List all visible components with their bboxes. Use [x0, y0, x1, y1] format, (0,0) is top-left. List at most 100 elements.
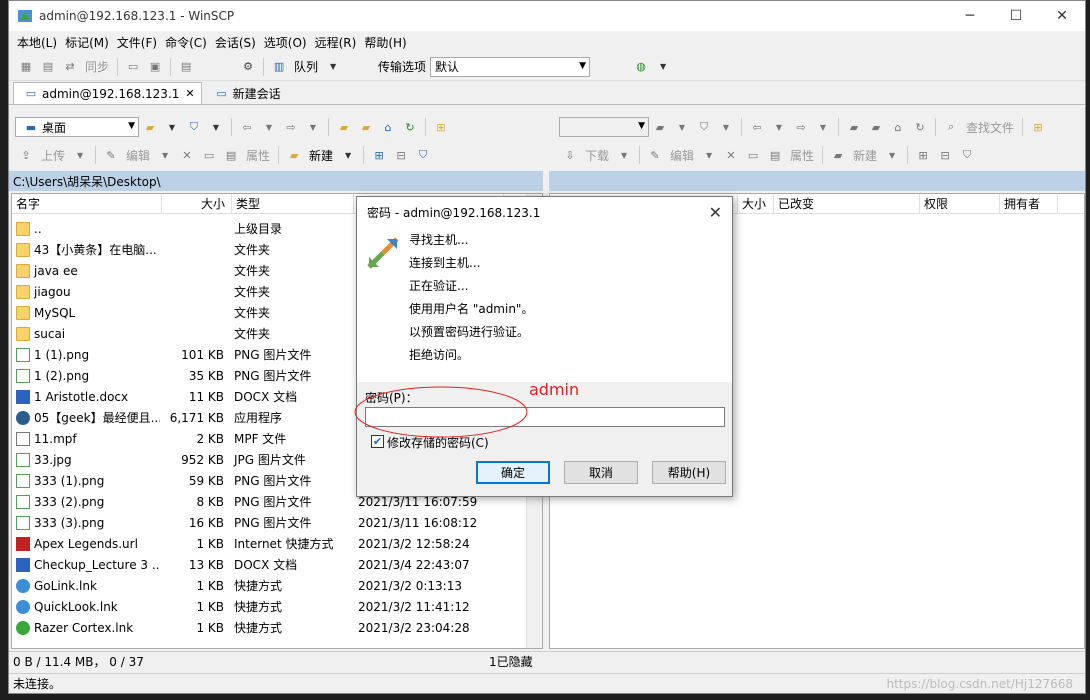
back-icon[interactable]: ⇦	[238, 119, 256, 135]
chevron-down-icon[interactable]: ▼	[770, 119, 788, 135]
rename-icon[interactable]: ▭	[200, 147, 218, 163]
download-button[interactable]: 下载	[585, 147, 609, 164]
sync-label[interactable]: 同步	[85, 58, 109, 75]
column-size[interactable]: 大小	[162, 194, 232, 214]
sync-browse-icon[interactable]: ▤	[39, 59, 57, 75]
properties-button[interactable]: 属性	[246, 147, 270, 164]
properties-icon[interactable]: ▤	[222, 147, 240, 163]
column-rights[interactable]: 权限	[920, 194, 1000, 214]
filter-icon[interactable]: ⛉	[695, 119, 713, 135]
chevron-down-icon[interactable]: ▼	[324, 59, 342, 75]
root-dir-icon[interactable]: ▰	[357, 119, 375, 135]
local-location-combo[interactable]: ▬ 桌面 ▼	[15, 117, 139, 137]
chevron-down-icon[interactable]: ▼	[339, 147, 357, 163]
table-row[interactable]: Apex Legends.url 1 KB Internet 快捷方式 2021/3/…	[12, 533, 502, 554]
chevron-down-icon[interactable]: ▼	[883, 147, 901, 163]
chevron-down-icon[interactable]: ▼	[156, 147, 174, 163]
menu-session[interactable]: 会话(S)	[211, 34, 260, 51]
ok-button[interactable]: 确定	[476, 461, 550, 484]
delete-icon[interactable]: ✕	[722, 147, 740, 163]
table-row[interactable]: 333 (3).png 16 KB PNG 图片文件 2021/3/11 16:08:…	[12, 512, 502, 533]
edit-button[interactable]: 编辑	[126, 147, 150, 164]
refresh-icon[interactable]: ↻	[911, 119, 929, 135]
globe-icon[interactable]: ◍	[632, 59, 650, 75]
find-files-button[interactable]: 查找文件	[966, 119, 1014, 136]
column-size[interactable]: 大小	[738, 194, 774, 214]
remote-location-combo[interactable]: ▼	[559, 117, 649, 137]
sync-icon[interactable]: ⇄	[61, 59, 79, 75]
back-icon[interactable]: ⇦	[748, 119, 766, 135]
tab-session[interactable]: ▭ admin@192.168.123.1 ✕	[13, 82, 202, 104]
table-row[interactable]: QuickLook.lnk 1 KB 快捷方式 2021/3/2 11:41:12	[12, 596, 502, 617]
minimize-button[interactable]: ─	[947, 1, 993, 31]
select-all-icon[interactable]: ⊞	[914, 147, 932, 163]
chevron-down-icon[interactable]: ▼	[207, 119, 225, 135]
chevron-down-icon[interactable]: ▼	[163, 119, 181, 135]
menu-local[interactable]: 本地(L)	[13, 34, 61, 51]
new-folder-icon[interactable]: ▰	[829, 147, 847, 163]
compare-icon[interactable]: ▦	[17, 59, 35, 75]
close-button[interactable]: ✕	[1039, 1, 1085, 31]
properties-icon[interactable]: ▤	[766, 147, 784, 163]
filter-select-icon[interactable]: ⛉	[414, 147, 432, 163]
menu-options[interactable]: 选项(O)	[260, 34, 311, 51]
upload-icon[interactable]: ⇪	[17, 147, 35, 163]
dialog-close-icon[interactable]: ✕	[709, 203, 722, 222]
chevron-down-icon[interactable]: ▼	[700, 147, 718, 163]
table-row[interactable]: Checkup_Lecture 3 ... 13 KB DOCX 文档 2021/3/…	[12, 554, 502, 575]
column-changed[interactable]: 已改变	[774, 194, 920, 214]
tab-new-session[interactable]: ▭ 新建会话	[203, 82, 288, 104]
help-button[interactable]: 帮助(H)	[652, 461, 726, 484]
queue-button[interactable]: 队列	[294, 58, 318, 75]
queue-icon[interactable]: ▥	[270, 59, 288, 75]
chevron-down-icon[interactable]: ▼	[304, 119, 322, 135]
menu-commands[interactable]: 命令(C)	[161, 34, 211, 51]
download-icon[interactable]: ⇩	[561, 147, 579, 163]
close-tab-icon[interactable]: ✕	[185, 87, 194, 100]
table-row[interactable]: GoLink.lnk 1 KB 快捷方式 2021/3/2 0:13:13	[12, 575, 502, 596]
column-name[interactable]: 名字	[12, 194, 162, 214]
menu-mark[interactable]: 标记(M)	[61, 34, 113, 51]
remote-edit-button[interactable]: 编辑	[670, 147, 694, 164]
filter-icon[interactable]: ⛉	[185, 119, 203, 135]
open-folder-icon[interactable]: ▰	[141, 119, 159, 135]
upload-button[interactable]: 上传	[41, 147, 65, 164]
maximize-button[interactable]: ☐	[993, 1, 1039, 31]
tree-icon[interactable]: ⊞	[432, 119, 450, 135]
save-password-checkbox[interactable]: ✔	[371, 435, 384, 448]
home-icon[interactable]: ⌂	[889, 119, 907, 135]
local-path-bar[interactable]: C:\Users\胡呆呆\Desktop\	[9, 171, 543, 191]
root-dir-icon[interactable]: ▰	[867, 119, 885, 135]
preferences-icon[interactable]: ▤	[177, 59, 195, 75]
find-files-icon[interactable]: ⌕	[942, 119, 960, 135]
remote-new-button[interactable]: 新建	[853, 147, 877, 164]
gear-icon[interactable]: ⚙	[239, 59, 257, 75]
filter-select-icon[interactable]: ⛉	[958, 147, 976, 163]
menu-remote[interactable]: 远程(R)	[311, 34, 361, 51]
forward-icon[interactable]: ⇨	[282, 119, 300, 135]
remote-properties-button[interactable]: 属性	[790, 147, 814, 164]
new-button[interactable]: 新建	[309, 147, 333, 164]
column-owner[interactable]: 拥有者	[1000, 194, 1058, 214]
chevron-down-icon[interactable]: ▼	[260, 119, 278, 135]
rename-icon[interactable]: ▭	[744, 147, 762, 163]
chevron-down-icon[interactable]: ▼	[654, 59, 672, 75]
transfer-settings-combo[interactable]: 默认 ▼	[430, 56, 591, 77]
select-all-icon[interactable]: ⊞	[370, 147, 388, 163]
putty-icon[interactable]: ▣	[146, 59, 164, 75]
edit-icon[interactable]: ✎	[646, 147, 664, 163]
home-icon[interactable]: ⌂	[379, 119, 397, 135]
parent-dir-icon[interactable]: ▰	[845, 119, 863, 135]
deselect-icon[interactable]: ⊟	[392, 147, 410, 163]
chevron-down-icon[interactable]: ▼	[673, 119, 691, 135]
cancel-button[interactable]: 取消	[564, 461, 638, 484]
edit-icon[interactable]: ✎	[102, 147, 120, 163]
console-icon[interactable]: ▭	[124, 59, 142, 75]
forward-icon[interactable]: ⇨	[792, 119, 810, 135]
delete-icon[interactable]: ✕	[178, 147, 196, 163]
table-row[interactable]: Razer Cortex.lnk 1 KB 快捷方式 2021/3/2 23:04:2…	[12, 617, 502, 638]
chevron-down-icon[interactable]: ▼	[717, 119, 735, 135]
save-password-label[interactable]: 修改存储的密码(C)	[387, 434, 489, 451]
parent-dir-icon[interactable]: ▰	[335, 119, 353, 135]
deselect-icon[interactable]: ⊟	[936, 147, 954, 163]
